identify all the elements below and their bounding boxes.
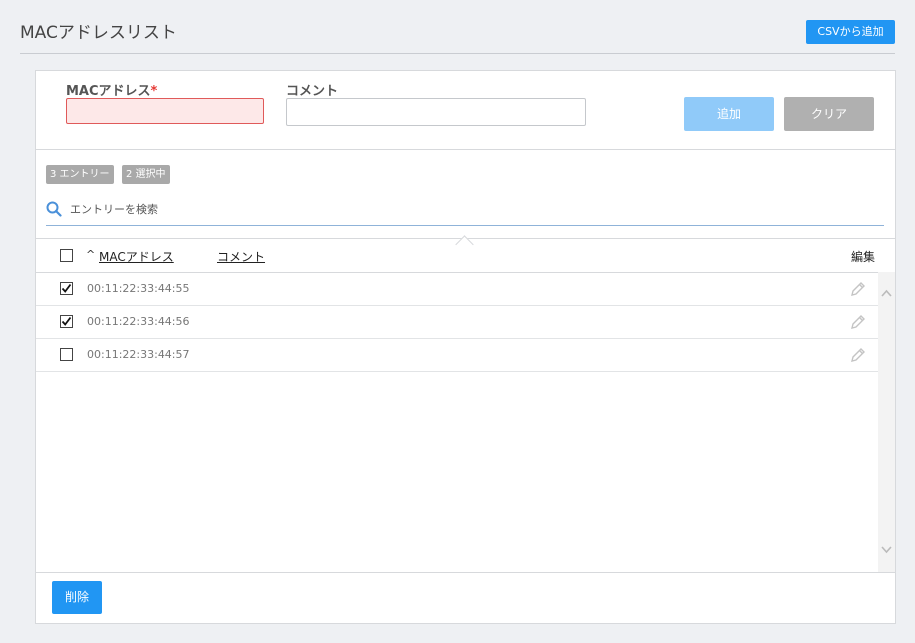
- row-checkbox[interactable]: [60, 315, 73, 328]
- mac-address-input[interactable]: [66, 98, 264, 124]
- required-mark: *: [150, 84, 158, 99]
- row-checkbox[interactable]: [60, 282, 73, 295]
- search-icon: [46, 201, 62, 217]
- row-mac-address: 00:11:22:33:44:56: [87, 315, 190, 328]
- comment-field-label: コメント: [286, 84, 339, 99]
- entry-count-badge: 3 エントリー: [46, 165, 114, 184]
- page-title: MACアドレスリスト: [20, 23, 177, 43]
- checkmark-icon: [61, 283, 72, 293]
- edit-pencil-icon[interactable]: [849, 346, 867, 364]
- select-all-checkbox[interactable]: [60, 249, 73, 262]
- edit-pencil-icon[interactable]: [849, 280, 867, 298]
- table-scrollbar[interactable]: [878, 272, 895, 572]
- column-header-mac[interactable]: MACアドレス: [99, 248, 174, 265]
- checkmark-icon: [61, 316, 72, 326]
- entry-form: MACアドレス* コメント 追加 クリア: [36, 71, 895, 150]
- add-button[interactable]: 追加: [684, 97, 774, 131]
- search-bar[interactable]: エントリーを検索: [46, 197, 884, 226]
- clear-button[interactable]: クリア: [784, 97, 874, 131]
- edit-pencil-icon[interactable]: [849, 313, 867, 331]
- row-checkbox[interactable]: [60, 348, 73, 361]
- mac-field-label: MACアドレス*: [66, 80, 157, 99]
- mac-list-panel: MACアドレス* コメント 追加 クリア 3 エントリー 2 選択中 エントリー…: [35, 70, 896, 624]
- search-input[interactable]: エントリーを検索: [70, 201, 158, 217]
- table-row[interactable]: 00:11:22:33:44:56: [36, 305, 878, 339]
- title-divider: [20, 53, 895, 54]
- row-mac-address: 00:11:22:33:44:55: [87, 282, 190, 295]
- delete-button[interactable]: 削除: [52, 581, 102, 614]
- mac-label-text: MACアドレス: [66, 84, 151, 99]
- csv-import-button[interactable]: CSVから追加: [806, 20, 895, 44]
- scroll-down-icon[interactable]: [881, 544, 892, 555]
- table-row[interactable]: 00:11:22:33:44:55: [36, 272, 878, 306]
- footer-divider: [36, 572, 895, 573]
- row-mac-address: 00:11:22:33:44:57: [87, 348, 190, 361]
- scroll-up-icon[interactable]: [881, 288, 892, 299]
- comment-input[interactable]: [286, 98, 586, 126]
- sort-ascending-icon[interactable]: ^: [86, 248, 95, 261]
- selected-count-badge: 2 選択中: [122, 165, 170, 184]
- column-header-comment[interactable]: コメント: [217, 248, 265, 265]
- column-header-edit: 編集: [850, 250, 875, 264]
- table-row[interactable]: 00:11:22:33:44:57: [36, 338, 878, 372]
